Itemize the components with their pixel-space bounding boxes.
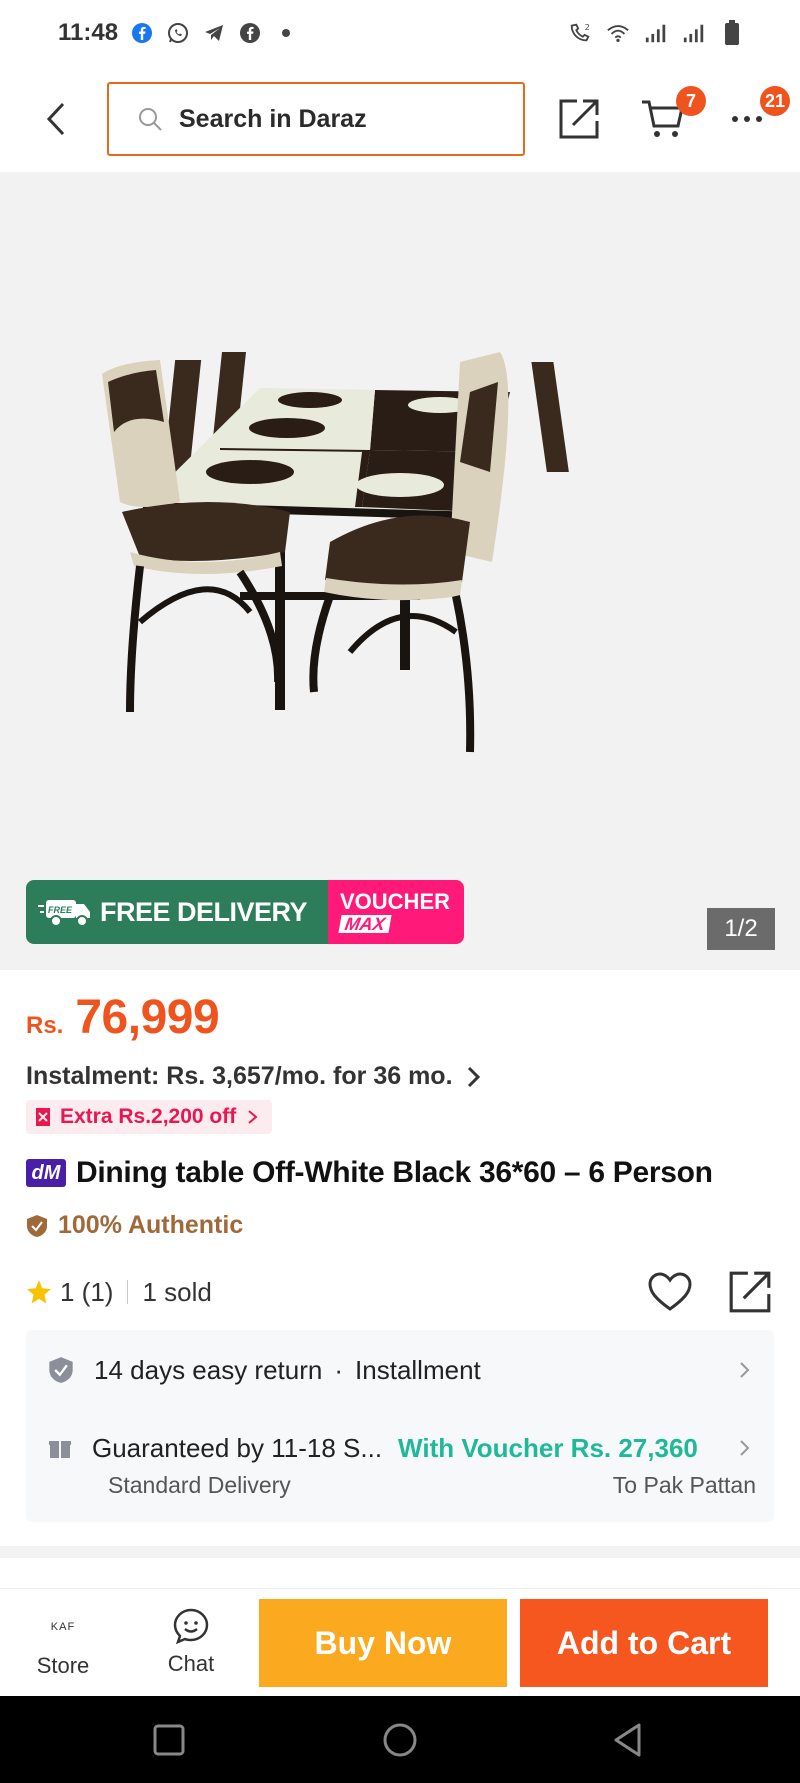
price-value: 76,999 bbox=[75, 991, 220, 1044]
recent-apps-button[interactable] bbox=[147, 1718, 191, 1762]
product-title-text: Dining table Off-White Black 36*60 – 6 P… bbox=[76, 1156, 713, 1189]
free-delivery-badge: FREE FREE DELIVERY bbox=[26, 880, 328, 944]
star-icon bbox=[27, 1280, 51, 1304]
authentic-text: 100% Authentic bbox=[58, 1211, 244, 1239]
chevron-left-icon bbox=[46, 102, 65, 136]
square-icon bbox=[153, 1724, 185, 1756]
voucher-max-label: MAX bbox=[338, 914, 392, 934]
separator-dot: · bbox=[334, 1354, 344, 1385]
guarantee-text: Guaranteed by 11-18 S... bbox=[92, 1432, 383, 1463]
search-placeholder: Search in Daraz bbox=[179, 104, 367, 133]
delivery-truck-icon: FREE bbox=[38, 900, 90, 927]
chat-label: Chat bbox=[167, 1651, 215, 1676]
authentic-badge: 100% Authentic bbox=[26, 1211, 243, 1240]
signal-icon bbox=[682, 21, 706, 45]
price-currency: Rs. bbox=[26, 1012, 64, 1039]
chat-button[interactable]: Chat bbox=[152, 1607, 230, 1687]
delivery-type: Standard Delivery bbox=[108, 1472, 291, 1498]
promo-banner[interactable]: FREE FREE DELIVERY VOUCHER MAX bbox=[26, 880, 464, 944]
shield-check-icon bbox=[49, 1357, 73, 1383]
cart-button[interactable]: 7 bbox=[636, 86, 706, 146]
buy-now-button[interactable]: Buy Now bbox=[259, 1599, 507, 1687]
free-tag: FREE bbox=[48, 905, 73, 915]
product-title: dM Dining table Off-White Black 36*60 – … bbox=[26, 1156, 713, 1190]
daraz-mall-badge: dM bbox=[26, 1159, 66, 1187]
cart-count-badge: 7 bbox=[676, 86, 706, 116]
more-count-badge: 21 bbox=[760, 86, 790, 116]
battery-icon bbox=[720, 20, 744, 45]
delivery-destination: To Pak Pattan bbox=[612, 1472, 756, 1498]
store-button[interactable]: KAF Store bbox=[24, 1607, 102, 1687]
chevron-right-icon bbox=[734, 1355, 756, 1385]
chevron-right-icon bbox=[248, 1110, 258, 1124]
product-image bbox=[102, 352, 569, 753]
product-gallery[interactable]: FREE FREE DELIVERY VOUCHER MAX 1/2 bbox=[0, 172, 800, 970]
dot-icon bbox=[274, 21, 298, 45]
extra-off-text: Extra Rs.2,200 off bbox=[60, 1105, 237, 1128]
divider bbox=[127, 1280, 129, 1304]
svg-text:2: 2 bbox=[585, 22, 590, 32]
store-logo: KAF bbox=[50, 1621, 76, 1633]
share-button[interactable] bbox=[552, 92, 606, 146]
facebook-icon bbox=[130, 21, 154, 45]
chevron-right-icon bbox=[734, 1433, 756, 1463]
sold-count: 1 sold bbox=[142, 1276, 212, 1307]
wishlist-button[interactable] bbox=[646, 1270, 694, 1314]
free-delivery-label: FREE DELIVERY bbox=[100, 896, 308, 927]
store-label: Store bbox=[36, 1653, 90, 1678]
circle-icon bbox=[383, 1723, 417, 1757]
voucher-max-badge: VOUCHER MAX bbox=[328, 880, 464, 944]
home-button[interactable] bbox=[378, 1718, 422, 1762]
voucher-price-text: With Voucher Rs. 27,360 bbox=[398, 1432, 698, 1463]
status-bar: 11:48 2 bbox=[0, 0, 800, 66]
share-icon bbox=[729, 1271, 771, 1313]
voucher-icon bbox=[36, 1108, 50, 1126]
instalment-row[interactable]: Instalment: Rs. 3,657/mo. for 36 mo. bbox=[26, 1062, 483, 1091]
rating-row: 1 (1) 1 sold bbox=[26, 1270, 774, 1314]
wifi-call-icon: 2 bbox=[568, 21, 592, 45]
system-nav-bar bbox=[0, 1696, 800, 1783]
telegram-icon bbox=[202, 21, 226, 45]
extra-off-voucher[interactable]: Extra Rs.2,200 off bbox=[26, 1100, 273, 1134]
return-text: 14 days easy return bbox=[94, 1354, 323, 1385]
action-bar: KAF Store Chat Buy Now Add to Cart bbox=[0, 1588, 800, 1696]
more-icon bbox=[732, 116, 762, 122]
image-pager: 1/2 bbox=[707, 908, 775, 950]
rating-text[interactable]: 1 (1) bbox=[60, 1277, 113, 1308]
service-info-card: 14 days easy return · Installment Guaran… bbox=[26, 1330, 774, 1522]
more-button[interactable]: 21 bbox=[720, 86, 790, 146]
add-to-cart-button[interactable]: Add to Cart bbox=[520, 1599, 768, 1687]
voucher-label: VOUCHER bbox=[340, 889, 451, 914]
shield-check-icon bbox=[27, 1214, 47, 1237]
section-divider bbox=[0, 1546, 800, 1558]
gift-box-icon bbox=[49, 1441, 71, 1458]
delivery-row[interactable]: Guaranteed by 11-18 S... With Voucher Rs… bbox=[48, 1426, 756, 1470]
triangle-back-icon bbox=[614, 1723, 641, 1757]
status-time: 11:48 bbox=[58, 19, 119, 46]
return-policy-row[interactable]: 14 days easy return · Installment bbox=[48, 1348, 756, 1392]
signal-icon bbox=[644, 21, 668, 45]
price: Rs. 76,999 bbox=[26, 990, 220, 1045]
share-product-button[interactable] bbox=[726, 1268, 774, 1316]
installment-text: Installment bbox=[355, 1354, 481, 1385]
instalment-text: Instalment: Rs. 3,657/mo. for 36 mo. bbox=[26, 1062, 453, 1090]
back-button[interactable] bbox=[38, 96, 74, 142]
search-icon bbox=[139, 108, 162, 131]
heart-icon bbox=[648, 1272, 692, 1311]
share-icon bbox=[559, 99, 599, 139]
chat-icon bbox=[173, 1608, 209, 1645]
facebook-messenger-icon bbox=[238, 21, 262, 45]
chevron-right-icon bbox=[467, 1066, 480, 1087]
system-back-button[interactable] bbox=[606, 1718, 650, 1762]
wifi-icon bbox=[606, 21, 630, 45]
search-input[interactable]: Search in Daraz bbox=[107, 82, 525, 156]
whatsapp-icon bbox=[166, 21, 190, 45]
top-nav: Search in Daraz 7 21 bbox=[0, 66, 800, 172]
